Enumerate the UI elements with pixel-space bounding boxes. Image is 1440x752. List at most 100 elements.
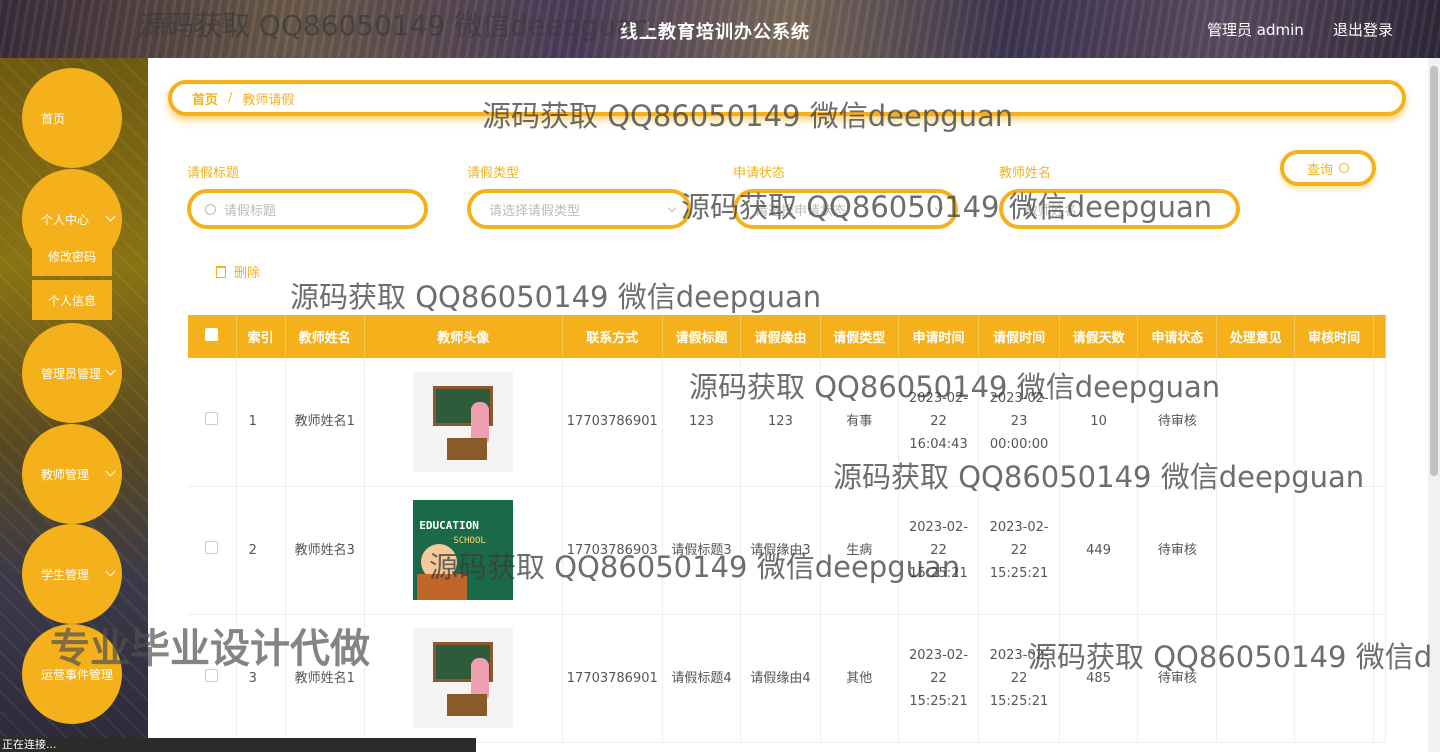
sidebar-item-home[interactable]: 首页 <box>22 68 122 168</box>
cell-apply-status: 待审核 <box>1137 614 1218 743</box>
column-header[interactable]: 请假缘由 <box>740 315 821 358</box>
teacher-figure-shape <box>471 658 490 698</box>
sidebar-item-label: 运营事件管理 <box>41 667 114 682</box>
desk-shape <box>447 694 488 716</box>
search-icon <box>205 203 216 215</box>
table-header-row: 索引 教师姓名 教师头像 联系方式 请假标题 请假缘由 请假类型 申请时间 请假… <box>188 315 1387 358</box>
type-select-placeholder: 请选择请假类型 <box>489 203 581 219</box>
cell-leave-time: 2023-02-22 15:25:21 <box>978 486 1060 615</box>
column-header[interactable]: 申请状态 <box>1137 315 1218 358</box>
trash-icon <box>216 265 226 278</box>
column-header[interactable]: 申请时间 <box>898 315 980 358</box>
column-header[interactable]: 审核时间 <box>1294 315 1374 358</box>
select-all-cell <box>188 315 237 358</box>
cell-review-time <box>1294 614 1374 743</box>
sidebar-item-student-mgmt[interactable]: 学生管理 <box>22 524 122 624</box>
sidebar-subitem-change-password[interactable]: 修改密码 <box>32 236 112 276</box>
cell-leave-title: 123 <box>662 358 742 487</box>
sidebar-item-ops-event-mgmt[interactable]: 运营事件管理 <box>22 624 122 724</box>
query-button[interactable]: 查询 <box>1280 150 1376 186</box>
cell-avatar <box>364 358 563 487</box>
cell-filler <box>1373 486 1387 615</box>
cell-leave-type: 其他 <box>820 614 899 743</box>
cell-leave-reason: 请假缘由4 <box>740 614 821 743</box>
cell-apply-status: 待审核 <box>1137 486 1218 615</box>
cell-teacher-name: 教师姓名3 <box>285 486 365 615</box>
delete-button-label: 删除 <box>234 266 261 281</box>
cell-index: 1 <box>236 358 286 487</box>
title-search-input[interactable]: 请假标题 <box>187 189 428 229</box>
sidebar-item-label: 首页 <box>41 111 66 126</box>
cell-filler <box>1373 358 1387 487</box>
breadcrumb-home[interactable]: 首页 <box>192 89 218 108</box>
teacher-filter-label: 教师姓名 <box>999 166 1052 181</box>
status-select-placeholder: 请选择申请状态 <box>755 203 847 219</box>
scrollbar-thumb[interactable] <box>1430 66 1438 476</box>
row-select-cell <box>188 358 237 487</box>
select-all-checkbox[interactable] <box>205 328 219 341</box>
column-header[interactable]: 教师头像 <box>364 315 563 358</box>
column-header[interactable]: 联系方式 <box>562 315 663 358</box>
sidebar-item-teacher-mgmt[interactable]: 教师管理 <box>22 424 122 524</box>
sidebar-item-label: 个人中心 <box>41 212 90 227</box>
cell-index: 3 <box>236 614 286 743</box>
sidebar-item-label: 教师管理 <box>41 467 90 482</box>
cell-apply-time: 2023-02-22 16:04:43 <box>898 358 980 487</box>
cell-leave-reason: 请假缘由3 <box>740 486 821 615</box>
column-header[interactable]: 请假时间 <box>978 315 1060 358</box>
column-header[interactable]: 请假类型 <box>820 315 899 358</box>
cell-opinion <box>1216 614 1296 743</box>
teacher-body-shape <box>417 574 468 600</box>
cell-leave-reason: 123 <box>740 358 821 487</box>
cell-leave-type: 有事 <box>820 358 899 487</box>
cell-avatar: EDUCATION SCHOOL <box>364 486 563 615</box>
teacher-avatar-image <box>413 371 514 472</box>
title-filter-label: 请假标题 <box>187 166 240 181</box>
teacher-name-input[interactable]: 教师姓名 <box>999 189 1240 229</box>
type-filter-label: 请假类型 <box>467 166 520 181</box>
row-checkbox[interactable] <box>205 668 219 682</box>
row-checkbox[interactable] <box>205 412 219 426</box>
breadcrumb-current: 教师请假 <box>242 92 295 108</box>
cell-opinion <box>1216 358 1296 487</box>
status-select[interactable]: 请选择申请状态 <box>733 189 958 229</box>
column-header[interactable]: 请假天数 <box>1059 315 1139 358</box>
column-header[interactable]: 处理意见 <box>1216 315 1296 358</box>
chevron-down-icon <box>105 211 116 222</box>
teacher-avatar-image: EDUCATION SCHOOL <box>413 500 514 600</box>
sidebar-item-admin-mgmt[interactable]: 管理员管理 <box>22 323 122 423</box>
search-icon <box>1339 163 1349 173</box>
cell-leave-days: 10 <box>1059 358 1139 487</box>
cell-leave-type: 生病 <box>820 486 899 615</box>
logout-link[interactable]: 退出登录 <box>1333 19 1393 40</box>
vertical-scrollbar[interactable] <box>1428 58 1440 752</box>
chevron-down-icon <box>105 566 116 577</box>
chevron-down-icon <box>105 466 116 477</box>
cell-phone: 17703786901 <box>562 614 663 743</box>
delete-button[interactable]: 删除 <box>216 262 260 281</box>
cell-review-time <box>1294 358 1374 487</box>
column-header[interactable]: 索引 <box>236 315 286 358</box>
top-header: 线上教育培训办公系统 管理员 admin 退出登录 <box>0 0 1440 58</box>
teacher-avatar-image <box>413 628 514 728</box>
teacher-figure-shape <box>471 401 490 442</box>
row-checkbox[interactable] <box>205 540 219 554</box>
cell-leave-title: 请假标题3 <box>662 486 742 615</box>
sidebar-subitem-personal-info[interactable]: 个人信息 <box>32 280 112 320</box>
column-header[interactable]: 请假标题 <box>662 315 742 358</box>
chevron-down-icon <box>667 203 677 213</box>
desk-shape <box>447 437 488 460</box>
table-row: 2 教师姓名3 EDUCATION SCHOOL 17703786903 请假标… <box>188 486 1387 615</box>
type-select[interactable]: 请选择请假类型 <box>467 189 691 229</box>
sidebar-item-label: 管理员管理 <box>41 366 102 381</box>
cell-leave-title: 请假标题4 <box>662 614 742 743</box>
table-row: 1 教师姓名1 17703786901 123 123 有事 2023-02-2… <box>188 358 1387 487</box>
column-header[interactable]: 教师姓名 <box>285 315 365 358</box>
breadcrumb-separator: / <box>228 90 233 106</box>
cell-leave-time: 2023-02-23 00:00:00 <box>978 358 1060 487</box>
cell-leave-time: 2023-02-22 15:25:21 <box>978 614 1060 743</box>
status-filter-label: 申请状态 <box>733 166 786 181</box>
breadcrumb: 首页 / 教师请假 <box>168 80 1406 116</box>
cell-filler <box>1373 614 1387 743</box>
header-filler <box>1373 315 1387 358</box>
